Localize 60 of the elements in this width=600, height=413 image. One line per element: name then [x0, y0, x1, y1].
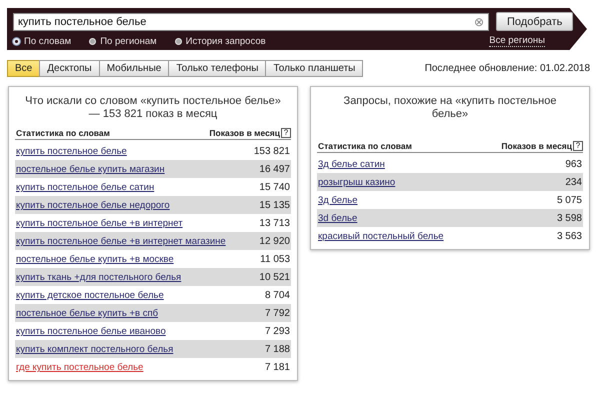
help-icon[interactable]: ?: [573, 141, 583, 151]
device-tab[interactable]: Десктопы: [39, 60, 100, 77]
impressions-count: 15 740: [259, 182, 290, 193]
impressions-count: 7 181: [264, 362, 290, 373]
column-header: Статистика по словам: [16, 128, 110, 138]
column-header: Показов в месяц: [209, 128, 280, 138]
impressions-count: 7 792: [264, 308, 290, 319]
impressions-count: 11 053: [260, 254, 290, 265]
keyword-link[interactable]: купить постельное белье недорого: [16, 200, 170, 211]
keyword-link[interactable]: купить постельное белье сатин: [16, 182, 154, 193]
keyword-link[interactable]: купить постельное белье +в интернет: [16, 218, 183, 229]
impressions-count: 5 075: [556, 195, 582, 206]
keyword-link[interactable]: 3д белье: [318, 195, 358, 206]
impressions-count: 8 704: [264, 290, 290, 301]
radio-option[interactable]: По регионам: [89, 36, 157, 46]
impressions-count: 16 497: [259, 164, 290, 175]
region-link[interactable]: Все регионы: [489, 35, 545, 47]
search-button[interactable]: Подобрать: [496, 12, 574, 31]
device-tab[interactable]: Все: [7, 60, 40, 77]
keyword-link[interactable]: где купить постельное белье: [16, 362, 144, 373]
impressions-count: 153 821: [254, 146, 290, 157]
device-tab[interactable]: Только планшеты: [265, 60, 364, 77]
keyword-link[interactable]: купить постельное белье: [16, 146, 127, 157]
column-header: Статистика по словам: [318, 141, 412, 151]
keyword-link[interactable]: купить комплект постельного белья: [16, 344, 174, 355]
keyword-link[interactable]: купить постельное белье +в интернет магазине: [16, 236, 226, 247]
keyword-link[interactable]: постельное белье купить магазин: [16, 164, 165, 175]
impressions-count: 15 135: [259, 200, 290, 211]
impressions-count: 13 713: [259, 218, 290, 229]
impressions-count: 10 521: [259, 272, 290, 283]
keyword-link[interactable]: постельное белье купить +в москве: [16, 254, 174, 265]
radio-option[interactable]: По словам: [13, 36, 72, 46]
impressions-count: 12 920: [259, 236, 290, 247]
keyword-link[interactable]: 3д белье сатин: [318, 159, 385, 170]
clear-icon[interactable]: ⊗: [474, 16, 484, 28]
keyword-link[interactable]: постельное белье купить +в спб: [16, 308, 158, 319]
keyword-link[interactable]: купить ткань +для постельного белья: [16, 272, 182, 283]
column-header: Показов в месяц: [501, 141, 572, 151]
panel-title: Что искали со словом «купить постельное белье» — 153 821 показ в месяц: [25, 95, 281, 121]
panel-title: Запросы, похожие на «купить постельное белье»: [342, 95, 558, 121]
radio-option[interactable]: История запросов: [174, 36, 266, 46]
radio-icon[interactable]: [13, 38, 20, 44]
last-update-text: Последнее обновление: 01.02.2018: [424, 63, 590, 74]
impressions-count: 3 563: [556, 231, 582, 242]
help-icon[interactable]: ?: [281, 128, 291, 138]
impressions-count: 7 293: [264, 326, 290, 337]
radio-icon[interactable]: [89, 38, 96, 44]
radio-icon[interactable]: [174, 38, 182, 44]
impressions-count: 963: [565, 159, 582, 170]
impressions-count: 7 188: [264, 344, 290, 355]
keyword-link[interactable]: красивый постельный белье: [318, 231, 444, 242]
impressions-count: 3 598: [556, 213, 582, 224]
device-tab[interactable]: Только телефоны: [168, 60, 266, 77]
keyword-link[interactable]: 3d белье: [318, 213, 358, 224]
keyword-link[interactable]: купить постельное белье иваново: [16, 326, 166, 337]
keyword-link[interactable]: купить детское постельное белье: [16, 290, 164, 301]
search-field[interactable]: купить постельное белье ⊗: [13, 12, 489, 30]
impressions-count: 234: [565, 177, 582, 188]
keyword-link[interactable]: розыгрыш казино: [318, 177, 396, 188]
device-tab[interactable]: Мобильные: [98, 60, 170, 77]
